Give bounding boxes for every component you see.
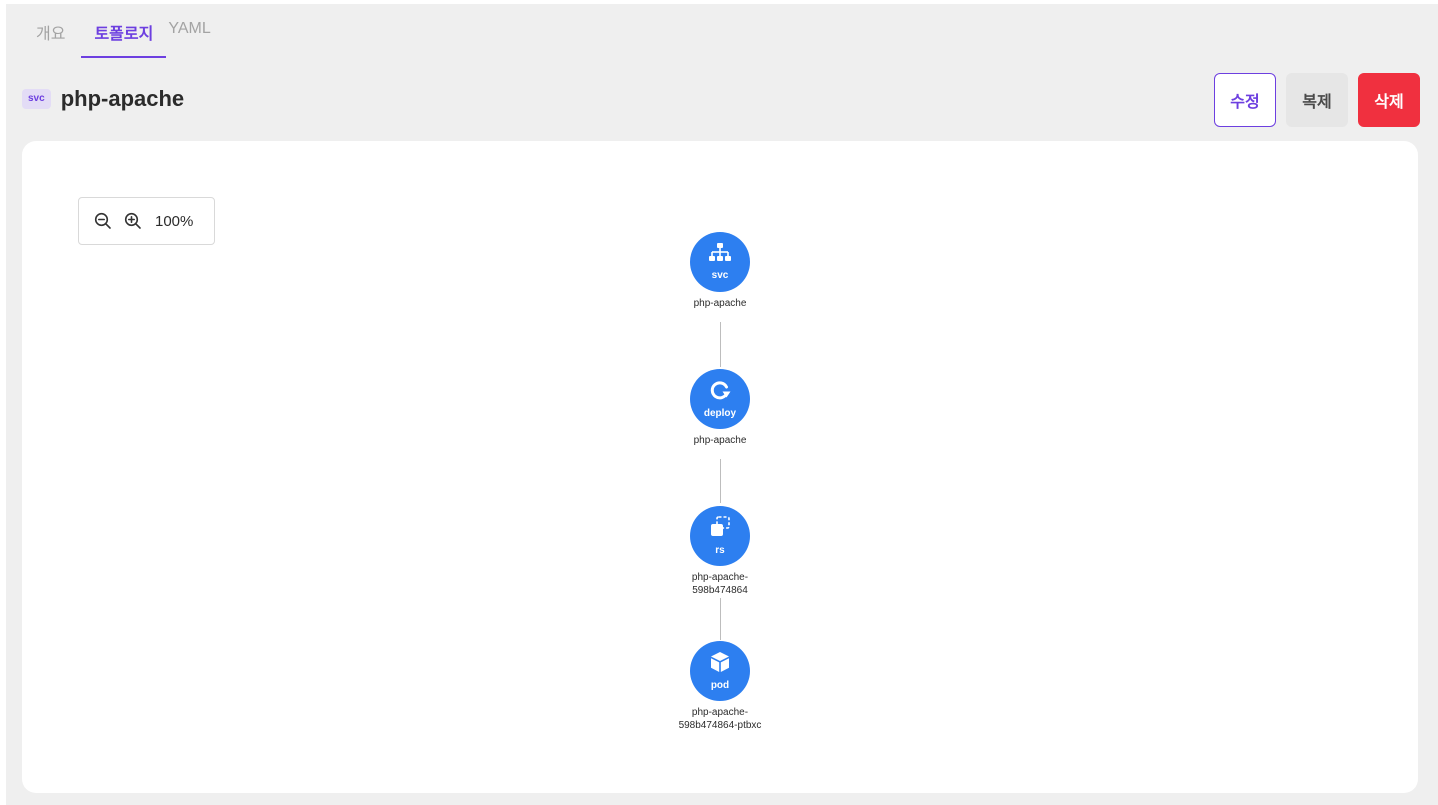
rotate-icon [709, 379, 731, 406]
cube-icon [709, 651, 731, 678]
top-edge [0, 0, 1438, 4]
topology-canvas[interactable]: 100% svc php-apache deploy php-apache rs… [22, 141, 1418, 793]
node-name-line: php-apache- [691, 572, 749, 583]
node-svc[interactable]: svc php-apache [660, 232, 780, 310]
node-rs-circle[interactable]: rs [690, 506, 750, 566]
node-kind: svc [711, 270, 729, 281]
action-buttons: 수정 복제 삭제 [1214, 73, 1420, 127]
edge-deploy-rs [720, 459, 721, 503]
node-name: php-apache [660, 434, 780, 447]
node-kind: deploy [703, 408, 737, 419]
copy-icon [709, 516, 731, 543]
node-deploy-circle[interactable]: deploy [690, 369, 750, 429]
node-name-line: php-apache [693, 435, 747, 446]
tab-bar: 개요 토폴로지 YAML [36, 20, 226, 58]
tab-yaml[interactable]: YAML [168, 20, 210, 52]
node-name-line: 598b474864 [692, 585, 748, 596]
sitemap-icon [709, 243, 731, 268]
page: 개요 토폴로지 YAML svc php-apache 수정 복제 삭제 100… [0, 0, 1438, 805]
resource-header: svc php-apache [22, 86, 184, 112]
delete-button[interactable]: 삭제 [1358, 73, 1420, 127]
copy-button[interactable]: 복제 [1286, 73, 1348, 127]
node-kind: rs [715, 545, 725, 556]
node-name-line: php-apache [693, 298, 747, 309]
node-name-line: 598b474864-ptbxc [678, 720, 762, 731]
node-name-line: php-apache- [691, 707, 749, 718]
edge-svc-deploy [720, 322, 721, 367]
edit-button[interactable]: 수정 [1214, 73, 1276, 127]
page-title: php-apache [60, 86, 185, 111]
node-pod-circle[interactable]: pod [690, 641, 750, 701]
node-name: php-apache- 598b474864-ptbxc [660, 706, 780, 732]
node-svc-circle[interactable]: svc [690, 232, 750, 292]
node-rs[interactable]: rs php-apache- 598b474864 [660, 506, 780, 597]
topology-graph: svc php-apache deploy php-apache rs php-… [22, 141, 1418, 793]
node-deploy[interactable]: deploy php-apache [660, 369, 780, 447]
kind-badge: svc [22, 89, 51, 109]
left-edge [0, 0, 6, 805]
node-pod[interactable]: pod php-apache- 598b474864-ptbxc [660, 641, 780, 732]
tab-topology[interactable]: 토폴로지 [81, 20, 167, 58]
node-name: php-apache- 598b474864 [660, 571, 780, 597]
tab-overview[interactable]: 개요 [36, 20, 65, 58]
node-name: php-apache [660, 297, 780, 310]
edge-rs-pod [720, 598, 721, 640]
node-kind: pod [710, 680, 730, 691]
